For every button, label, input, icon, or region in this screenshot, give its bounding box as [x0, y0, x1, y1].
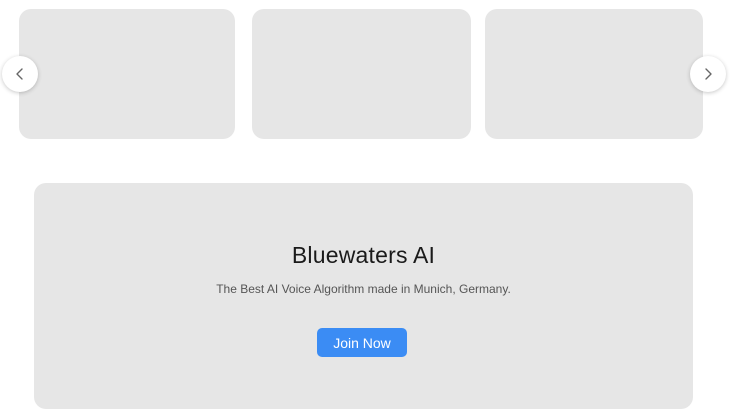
carousel-card-1[interactable]	[19, 9, 235, 139]
hero-subtitle: The Best AI Voice Algorithm made in Muni…	[216, 282, 511, 296]
carousel-next-button[interactable]	[690, 56, 726, 92]
chevron-left-icon	[13, 67, 27, 81]
chevron-right-icon	[701, 67, 715, 81]
carousel-card-2[interactable]	[252, 9, 471, 139]
hero-title: Bluewaters AI	[291, 242, 436, 268]
join-now-button[interactable]: Join Now	[317, 328, 407, 357]
carousel-card-3[interactable]	[485, 9, 703, 139]
hero-banner: Bluewaters AI The Best AI Voice Algorith…	[34, 183, 693, 409]
carousel-prev-button[interactable]	[2, 56, 38, 92]
